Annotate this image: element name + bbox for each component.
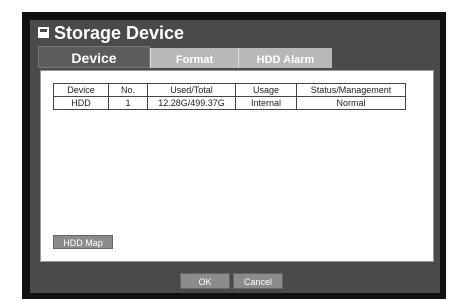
hdd-map-button[interactable]: HDD Map	[53, 235, 113, 249]
tab-hdd-alarm[interactable]: HDD Alarm	[238, 48, 332, 68]
col-no: No.	[108, 83, 148, 97]
cancel-button[interactable]: Cancel	[233, 273, 283, 289]
device-panel: Device No. Used/Total Usage Status/Manag…	[40, 70, 434, 262]
tab-format[interactable]: Format	[150, 48, 238, 68]
table-header-row: Device No. Used/Total Usage Status/Manag…	[53, 83, 406, 97]
col-status: Status/Management	[296, 83, 406, 97]
col-used-total: Used/Total	[147, 83, 236, 97]
tab-bar: Device Format HDD Alarm	[38, 46, 440, 70]
ok-button[interactable]: OK	[180, 273, 230, 289]
cell-status: Normal	[296, 96, 406, 110]
storage-icon	[38, 27, 49, 38]
screen-frame: Storage Device Device Format HDD Alarm D…	[22, 12, 446, 299]
device-table: Device No. Used/Total Usage Status/Manag…	[53, 83, 406, 110]
tab-device[interactable]: Device	[38, 46, 150, 68]
col-device: Device	[53, 83, 109, 97]
title-bar: Storage Device	[30, 20, 440, 46]
col-usage: Usage	[235, 83, 297, 97]
storage-device-dialog: Storage Device Device Format HDD Alarm D…	[30, 20, 440, 293]
cell-device: HDD	[53, 96, 109, 110]
cell-used-total: 12.28G/499.37G	[147, 96, 236, 110]
table-row[interactable]: HDD 1 12.28G/499.37G Internal Normal	[53, 96, 406, 110]
cell-no: 1	[108, 96, 148, 110]
dialog-title: Storage Device	[54, 23, 185, 43]
cell-usage: Internal	[235, 96, 297, 110]
